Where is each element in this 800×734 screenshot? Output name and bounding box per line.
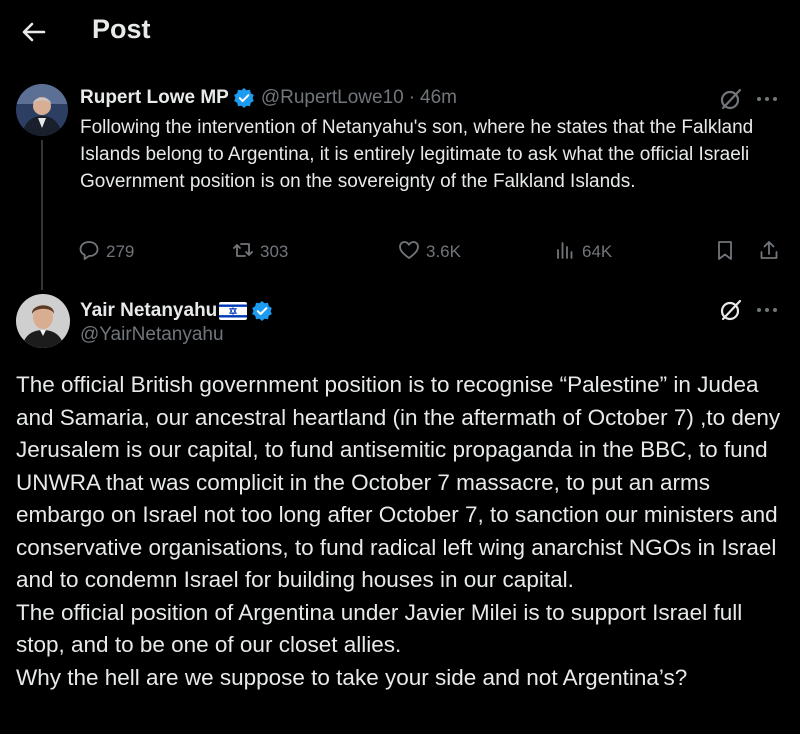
tweet2-text: The official British government position… [16,369,796,694]
repost-button[interactable]: 303 [232,238,288,266]
back-arrow-icon[interactable] [18,14,48,50]
grok-icon[interactable] [718,297,744,323]
reply-button[interactable]: 279 [78,238,134,266]
tweet2-author-name[interactable]: Yair Netanyahu [80,300,217,322]
repost-icon [232,239,254,266]
avatar-yair-netanyahu[interactable] [16,294,70,348]
tweet1-author-handle[interactable]: @RupertLowe10 [261,87,404,109]
tweet1-text: Following the intervention of Netanyahu'… [80,117,754,192]
tweet2-paragraph: Why the hell are we suppose to take your… [16,664,688,690]
thread-connector-line [41,140,43,290]
bookmark-button[interactable] [714,238,736,266]
like-button[interactable]: 3.6K [398,238,461,266]
tweet2-author-handle[interactable]: @YairNetanyahu [80,324,224,346]
header-bar: Post [0,0,800,64]
repost-count: 303 [260,242,289,261]
page-title: Post [92,14,151,44]
tweet1-separator: · [408,87,416,108]
views-button[interactable]: 64K [554,238,612,266]
tweet2-paragraph: The official British government position… [16,372,781,592]
israel-flag-icon [219,302,248,320]
share-icon [758,239,780,266]
avatar-rupert-lowe[interactable] [16,84,68,136]
tweet2-paragraph: The official position of Argentina under… [16,599,743,658]
tweet1-action-bar: 279 303 3.6K 64K [78,238,784,266]
verified-badge-icon [251,300,273,322]
reply-count: 279 [106,242,135,261]
views-count: 64K [582,242,613,261]
tweet1-timestamp[interactable]: 46m [420,87,457,109]
tweet1-header: Rupert Lowe MP @RupertLowe10 · 46m [80,84,457,112]
bookmark-icon [714,239,736,266]
more-icon[interactable] [754,89,780,109]
reply-icon [78,239,100,266]
like-count: 3.6K [426,242,461,261]
tweet1-author-name[interactable]: Rupert Lowe MP [80,87,229,109]
tweet2-header: Yair Netanyahu [80,298,279,324]
share-button[interactable] [758,238,780,266]
grok-icon[interactable] [718,86,744,112]
verified-badge-icon [233,87,255,109]
views-icon [554,239,576,266]
like-icon [398,239,420,266]
more-icon[interactable] [754,300,780,320]
